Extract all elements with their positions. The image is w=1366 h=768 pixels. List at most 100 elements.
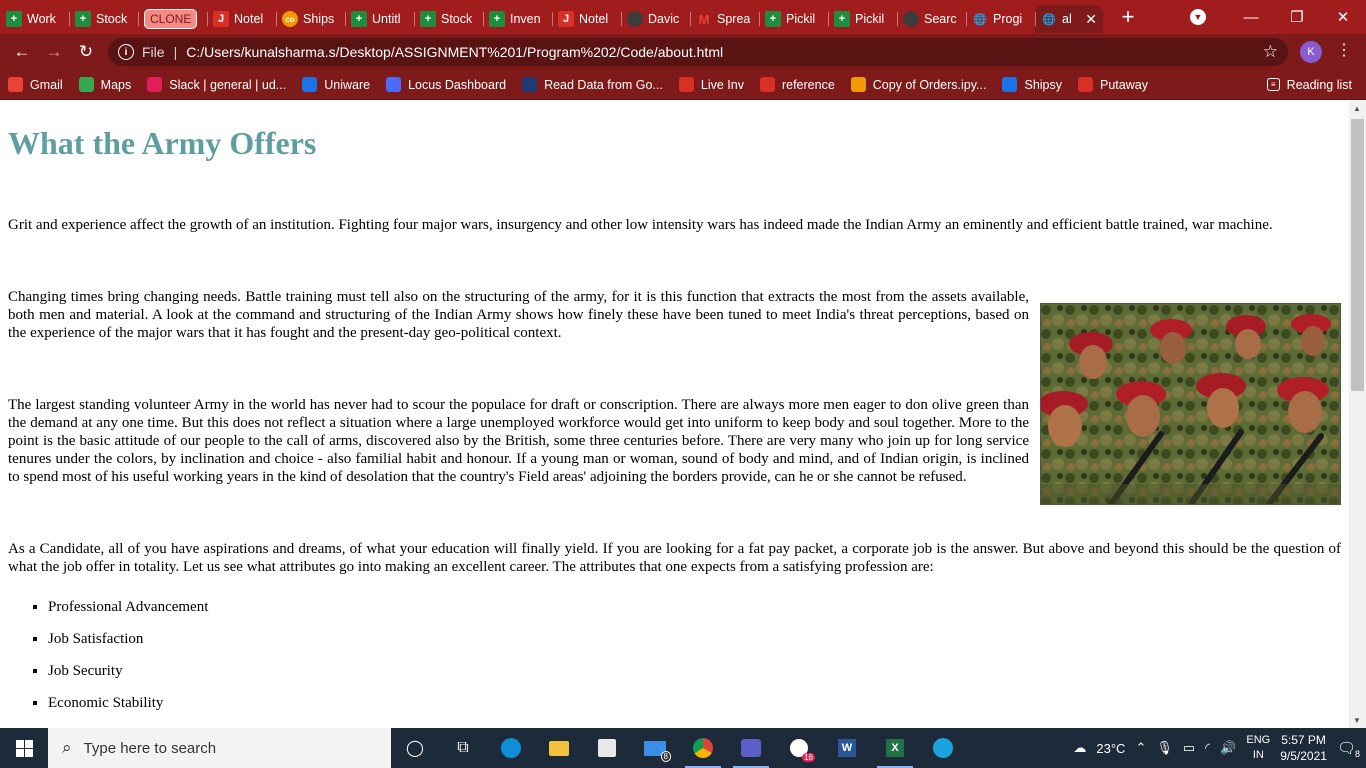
task-view-icon[interactable]: ⧉ [439,728,487,768]
list-item: Job Satisfaction [48,630,1341,648]
weather-icon[interactable]: ☁ [1073,740,1086,756]
browser-tab[interactable]: 🌐 Progi [966,5,1035,33]
excel-icon[interactable]: X [871,728,919,768]
language-indicator[interactable]: ENG IN [1246,733,1270,763]
microphone-icon[interactable]: 🎙 [1156,740,1173,756]
browser-tab[interactable]: CLONE [138,5,207,33]
tds-icon [522,77,538,92]
wifi-icon[interactable]: ◜ [1205,740,1210,756]
maps-icon [78,77,94,92]
paragraph-volunteer: The largest standing volunteer Army in t… [8,397,1029,485]
reload-button[interactable]: ↻ [70,42,102,62]
mail-icon[interactable]: 8 [631,728,679,768]
browser-tab[interactable]: M Sprea [690,5,759,33]
notebook-icon: J [213,11,229,27]
browser-tab[interactable]: 🌐 al ✕ [1035,5,1103,33]
browser-tab[interactable]: + Pickil [828,5,897,33]
bookmark-item[interactable]: reference [752,77,843,92]
battery-icon[interactable]: ▭ [1183,740,1195,756]
tab-group-label[interactable]: CLONE [144,9,198,29]
forward-button[interactable]: → [38,42,70,62]
start-button[interactable] [0,728,48,768]
notification-center-icon[interactable]: 🗨 8 [1337,739,1360,759]
tray-overflow-icon[interactable]: ⌃ [1135,740,1146,756]
uniware-icon [302,77,318,92]
bookmark-item[interactable]: Live Inv [671,77,752,92]
file-explorer-icon[interactable] [535,728,583,768]
vertical-scrollbar[interactable]: ▲ ▼ [1349,101,1366,728]
restore-button[interactable]: ❐ [1274,8,1320,26]
chrome-icon[interactable] [679,728,727,768]
site-info-icon[interactable]: i [118,44,134,60]
browser-tab[interactable]: + Pickil [759,5,828,33]
tab-title: Untitl [372,12,401,26]
cortana-icon[interactable]: ◯ [391,728,439,768]
paragraph-candidate: As a Candidate, all of you have aspirati… [8,541,1341,575]
scrollbar-thumb[interactable] [1351,119,1364,391]
word-icon[interactable]: W [823,728,871,768]
tab-title: Searc [924,12,957,26]
tab-search-icon[interactable]: ▼ [1190,9,1206,25]
volume-icon[interactable]: 🔊 [1220,740,1236,756]
bookmark-item[interactable]: Gmail [0,77,71,92]
clock[interactable]: 5:57 PM 9/5/2021 [1280,732,1327,764]
url-text[interactable]: C:/Users/kunalsharma.s/Desktop/ASSIGNMEN… [186,44,723,60]
profile-avatar[interactable]: K [1300,41,1322,63]
github-icon [627,11,643,27]
sheets-icon: + [75,11,91,27]
bookmark-star-icon[interactable]: ☆ [1263,42,1278,62]
tab-list: + Work + Stock CLONE J Notel co Ships + Untitl + Sto… [0,0,1103,34]
browser-tab[interactable]: co Ships [276,5,345,33]
scroll-down-arrow-icon[interactable]: ▼ [1353,716,1361,725]
reading-list-label: Reading list [1286,77,1352,92]
list-item: Job Security [48,662,1341,680]
scroll-up-arrow-icon[interactable]: ▲ [1353,104,1361,113]
bookmark-label: Uniware [324,77,371,92]
notification-count: 8 [1354,749,1360,759]
bookmarks-bar: Gmail Maps Slack | general | ud... Uniware L… [0,70,1366,100]
close-tab-icon[interactable]: ✕ [1085,11,1097,28]
address-bar[interactable]: i File | C:/Users/kunalsharma.s/Desktop/… [108,38,1288,66]
reading-list-button[interactable]: ≡ Reading list [1259,78,1366,92]
bookmark-item[interactable]: Maps [71,77,140,92]
bookmark-item[interactable]: Putaway [1070,77,1156,92]
bookmark-item[interactable]: Read Data from Go... [514,77,671,92]
back-button[interactable]: ← [6,42,38,62]
page-viewport: What the Army Offers Grit and experience… [0,101,1349,728]
soldiers-illustration [1041,304,1340,504]
weather-temperature[interactable]: 23°C [1096,741,1125,756]
bookmark-item[interactable]: Slack | general | ud... [139,77,294,92]
browser-tab[interactable]: + Stock [69,5,138,33]
slack-icon[interactable]: 16 [775,728,823,768]
bookmark-item[interactable]: Locus Dashboard [378,77,514,92]
edge-browser-icon[interactable] [487,728,535,768]
locus-icon [386,77,402,92]
teams-icon[interactable] [727,728,775,768]
menu-kebab-icon[interactable]: ⋮ [1336,40,1352,60]
shipsy-icon [1002,77,1018,92]
bookmark-item[interactable]: Copy of Orders.ipy... [843,77,995,92]
browser-tab[interactable]: + Work [0,5,69,33]
taskbar-search-box[interactable]: ⌕ Type here to search [48,728,391,768]
bookmark-label: reference [781,77,835,92]
bookmark-item[interactable]: Shipsy [994,77,1070,92]
store-icon[interactable] [583,728,631,768]
browser-tab[interactable]: + Stock [414,5,483,33]
page-heading: What the Army Offers [8,125,317,161]
minimize-button[interactable]: — [1228,9,1274,26]
bookmark-item[interactable]: Uniware [294,77,378,92]
gmail-icon [8,77,23,92]
network-app-icon[interactable] [919,728,967,768]
browser-tab[interactable]: Searc [897,5,966,33]
browser-tab[interactable]: J Notel [207,5,276,33]
slack-badge: 16 [802,753,815,762]
bookmark-label: Shipsy [1024,77,1063,92]
browser-tab[interactable]: Davic [621,5,690,33]
browser-tab[interactable]: + Inven [483,5,552,33]
url-scheme: File [142,44,165,60]
tab-title: Sprea [717,12,751,26]
browser-tab[interactable]: + Untitl [345,5,414,33]
browser-tab[interactable]: J Notel [552,5,621,33]
close-window-button[interactable]: ✕ [1320,8,1366,26]
new-tab-button[interactable]: + [1113,4,1143,30]
